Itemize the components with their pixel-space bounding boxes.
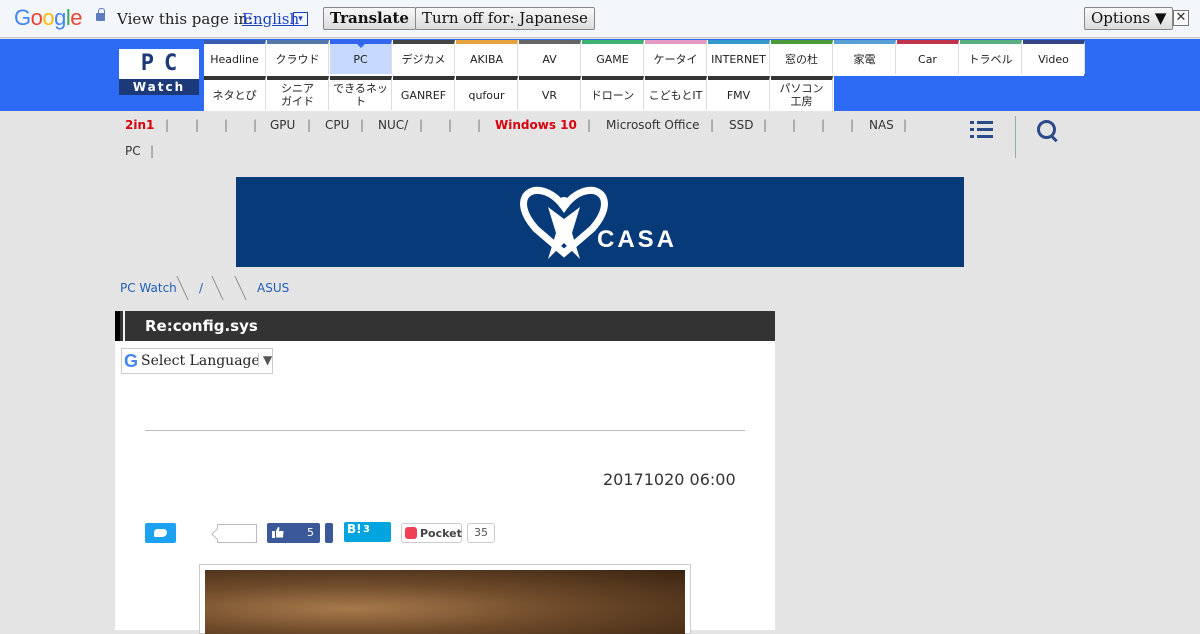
- nav-item[interactable]: GAME: [582, 40, 644, 74]
- nav-item[interactable]: デジカメ: [393, 40, 455, 74]
- breadcrumb-separator: [225, 276, 247, 300]
- topic-separator: |: [195, 118, 200, 132]
- breadcrumb-home[interactable]: PC Watch: [120, 281, 177, 295]
- language-select[interactable]: G Select Language ▼: [121, 348, 273, 374]
- topic-separator: |: [307, 118, 312, 132]
- hatena-bookmark-button[interactable]: B! 3: [344, 522, 391, 542]
- topic-separator: |: [165, 118, 170, 132]
- nav-item[interactable]: パソコン 工房: [771, 76, 833, 110]
- nav-item[interactable]: AKIBA: [456, 40, 518, 74]
- site-nav: Headline クラウド PC デジカメ AKIBA AV GAME ケータイ INTERNE…: [204, 40, 1085, 111]
- topic-separator: |: [850, 118, 855, 132]
- nav-item[interactable]: できるネット: [330, 76, 392, 110]
- language-select-label: Select Language: [141, 353, 260, 369]
- banner-text: CASA: [597, 226, 678, 253]
- nav-item[interactable]: qufour: [456, 76, 518, 110]
- topic-separator: |: [587, 118, 592, 132]
- google-logo: Google: [14, 5, 83, 30]
- facebook-like-count: 5: [307, 526, 314, 539]
- translate-language-link[interactable]: English: [242, 10, 299, 28]
- nav-item[interactable]: AV: [519, 40, 581, 74]
- topic-link[interactable]: 2in1: [125, 118, 154, 132]
- topic-separator: |: [150, 144, 155, 158]
- article-image[interactable]: [205, 570, 685, 634]
- pocket-label: Pocket: [420, 527, 462, 540]
- menu-icon[interactable]: [970, 120, 994, 140]
- google-g-icon: G: [124, 351, 139, 371]
- topic-link[interactable]: CPU: [325, 118, 349, 132]
- topic-link[interactable]: SSD: [729, 118, 753, 132]
- nav-filler: [834, 76, 1084, 111]
- pocket-button[interactable]: Pocket: [401, 523, 462, 543]
- nav-item[interactable]: ネタとぴ: [204, 76, 266, 110]
- nav-item[interactable]: クラウド: [267, 40, 329, 74]
- pocket-icon: [405, 527, 417, 539]
- translate-button[interactable]: Translate: [323, 7, 416, 30]
- logo-watch-text: Watch: [119, 79, 199, 95]
- nav-item[interactable]: Video: [1023, 40, 1085, 74]
- nav-item[interactable]: Headline: [204, 40, 266, 74]
- topic-separator: |: [224, 118, 229, 132]
- close-icon[interactable]: ✕: [1173, 10, 1189, 26]
- pocket-count: 35: [467, 523, 495, 543]
- hatena-count: 3: [363, 524, 370, 535]
- topic-separator: |: [763, 118, 768, 132]
- topic-separator: |: [253, 118, 258, 132]
- facebook-share-button[interactable]: [325, 523, 333, 543]
- hatena-label: B!: [347, 522, 362, 536]
- nav-item[interactable]: シニア ガイド: [267, 76, 329, 110]
- nav-item[interactable]: PC: [330, 40, 392, 74]
- topic-separator: |: [448, 118, 453, 132]
- topic-link[interactable]: Microsoft Office: [606, 118, 699, 132]
- chevron-down-icon[interactable]: ▾: [293, 12, 308, 26]
- topic-link[interactable]: GPU: [270, 118, 295, 132]
- topic-link[interactable]: NUC/: [378, 118, 408, 132]
- nav-item[interactable]: Car: [897, 40, 959, 74]
- translate-bar: Google View this page in: English ▾ Tran…: [0, 0, 1200, 38]
- nav-item[interactable]: ケータイ: [645, 40, 707, 74]
- article-title: Re:config.sys: [145, 317, 258, 335]
- thumbs-up-icon: [272, 527, 284, 538]
- nav-item[interactable]: 家電: [834, 40, 896, 74]
- nav-item[interactable]: FMV: [708, 76, 770, 110]
- divider: [1015, 116, 1016, 158]
- topic-separator: |: [792, 118, 797, 132]
- nav-item[interactable]: ドローン: [582, 76, 644, 110]
- nav-item[interactable]: こどもとIT: [645, 76, 707, 110]
- nav-item[interactable]: トラベル: [960, 40, 1022, 74]
- nav-item[interactable]: GANREF: [393, 76, 455, 110]
- article-date: 20171020 06:00: [603, 470, 736, 489]
- topic-separator: |: [710, 118, 715, 132]
- topic-separator: |: [903, 118, 908, 132]
- nav-item[interactable]: 窓の杜: [771, 40, 833, 74]
- logo-pc-text: PC: [140, 51, 188, 76]
- topic-separator: |: [821, 118, 826, 132]
- chevron-down-icon: ▼: [258, 353, 272, 367]
- breadcrumb-separator: [202, 276, 224, 300]
- topic-separator: |: [360, 118, 365, 132]
- divider: [145, 430, 745, 431]
- breadcrumb-current[interactable]: ASUS: [257, 281, 289, 295]
- nav-item[interactable]: INTERNET: [708, 40, 770, 74]
- topic-separator: |: [419, 118, 424, 132]
- site-logo[interactable]: PC Watch: [119, 49, 199, 95]
- breadcrumb-slash: /: [199, 281, 204, 295]
- search-icon[interactable]: [1037, 120, 1059, 142]
- turn-off-translate-button[interactable]: Turn off for: Japanese: [415, 7, 595, 30]
- translate-prompt: View this page in:: [117, 10, 254, 28]
- topic-link[interactable]: NAS: [869, 118, 894, 132]
- options-button[interactable]: Options ▼: [1084, 7, 1174, 30]
- tweet-count-box: [217, 524, 257, 543]
- topic-link[interactable]: PC: [125, 144, 141, 158]
- facebook-like-button[interactable]: 5: [267, 523, 320, 543]
- topic-link[interactable]: Windows 10: [495, 118, 577, 132]
- twitter-share-button[interactable]: [145, 523, 176, 543]
- nav-item[interactable]: VR: [519, 76, 581, 110]
- topic-separator: |: [477, 118, 482, 132]
- lock-icon: [96, 8, 105, 21]
